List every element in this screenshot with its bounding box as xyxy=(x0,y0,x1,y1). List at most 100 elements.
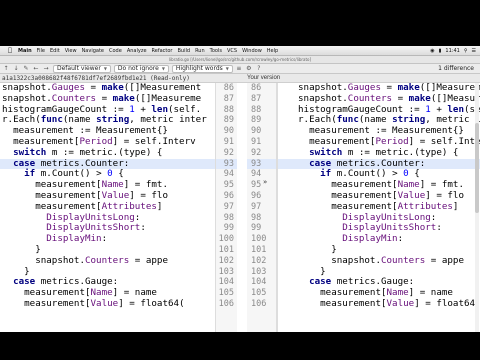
apply-change-icon[interactable]: » xyxy=(263,178,267,186)
line-number: 94 xyxy=(223,169,234,180)
whitespace-select-label: Do not ignore xyxy=(117,65,159,72)
line-number: 101 xyxy=(218,244,234,255)
collapse-icon[interactable]: ≡ xyxy=(235,65,243,73)
back-icon[interactable]: ← xyxy=(32,65,40,73)
menu-code[interactable]: Code xyxy=(109,48,122,54)
menu-view[interactable]: View xyxy=(65,48,77,54)
line-number: 90 xyxy=(223,126,234,137)
code-line[interactable]: snapshot.Counters = appe xyxy=(278,255,480,267)
line-number: 88 xyxy=(223,104,234,115)
menu-navigate[interactable]: Navigate xyxy=(82,48,104,54)
line-number: 90 xyxy=(251,126,262,137)
next-diff-icon[interactable]: ↓ xyxy=(12,65,20,73)
line-number: 93 xyxy=(247,158,276,170)
line-number: 94 xyxy=(251,169,262,180)
code-line[interactable]: snapshot.Counters = appe xyxy=(0,255,215,267)
settings-icon[interactable]: ⚙ xyxy=(245,65,253,73)
code-line[interactable]: measurement[Value] = float64( xyxy=(278,298,480,310)
chevron-down-icon: ▼ xyxy=(225,66,229,71)
line-number: 93 xyxy=(216,158,237,170)
chevron-down-icon: ▼ xyxy=(103,66,107,71)
line-number: 86 xyxy=(251,83,262,93)
menu-file[interactable]: File xyxy=(37,48,45,54)
menu-run[interactable]: Run xyxy=(195,48,205,54)
line-number: 96 xyxy=(251,190,262,201)
search-icon[interactable]: ⚲ xyxy=(464,48,468,54)
line-number: 98 xyxy=(251,212,262,223)
right-line-numbers: 86 87 88 89 90 91 92 93 94 95 96 97 98 99 100 101 102 103… xyxy=(247,83,277,332)
highlight-select-label: Highlight words xyxy=(175,65,223,72)
line-number: 102 xyxy=(251,255,267,266)
line-number: 88 xyxy=(251,104,262,115)
menu-help[interactable]: Help xyxy=(267,48,278,54)
line-number: 97 xyxy=(223,201,234,212)
line-number: 95 xyxy=(223,180,234,191)
clock[interactable]: 11:41 xyxy=(445,48,459,54)
right-code-pane[interactable]: snapshot.Gauges = make([]Measurementsnap… xyxy=(277,83,480,332)
menu-tools[interactable]: Tools xyxy=(210,48,222,54)
status-area: ◉ ▮ 11:41 ⚲ ☰ xyxy=(426,48,476,54)
line-number: 98 xyxy=(223,212,234,223)
line-number: 97 xyxy=(251,201,262,212)
diff-header: a1a1322c3a008682f48f6781df7ef2689fbd1e21… xyxy=(0,74,480,83)
code-line[interactable]: measurement[Value] = float64( xyxy=(0,298,215,310)
line-number: 100 xyxy=(218,234,234,245)
line-number: 104 xyxy=(218,277,234,288)
menu-list-icon[interactable]: ☰ xyxy=(472,48,476,54)
menu-refactor[interactable]: Refactor xyxy=(152,48,173,54)
menu-analyze[interactable]: Analyze xyxy=(127,48,147,54)
diff-editor: snapshot.Gauges = make([]Measurement snap… xyxy=(0,83,480,332)
menu-vcs[interactable]: VCS xyxy=(227,48,237,54)
viewer-select[interactable]: Default viewer ▼ xyxy=(53,64,111,73)
line-number: 91 xyxy=(251,136,262,147)
vertical-scrollbar[interactable] xyxy=(475,83,479,332)
menu-window[interactable]: Window xyxy=(242,48,262,54)
line-number: 91 xyxy=(223,136,234,147)
line-number: 106 xyxy=(218,298,234,309)
forward-icon[interactable]: → xyxy=(42,65,50,73)
previous-diff-icon[interactable]: ↑ xyxy=(2,65,10,73)
line-number: 106 xyxy=(251,298,267,309)
line-number: 99 xyxy=(251,223,262,234)
line-number: 103 xyxy=(218,266,234,277)
line-number: 103 xyxy=(251,266,267,277)
menu-build[interactable]: Build xyxy=(178,48,191,54)
line-number: 100 xyxy=(251,234,267,245)
line-number: 89 xyxy=(251,115,262,126)
apple-icon[interactable]:  xyxy=(6,47,14,54)
scrollbar-thumb[interactable] xyxy=(475,123,479,213)
left-code-pane[interactable]: snapshot.Gauges = make([]Measurement snap… xyxy=(0,83,215,332)
line-number: 96 xyxy=(223,190,234,201)
help-icon[interactable]: ? xyxy=(255,65,263,73)
wifi-icon[interactable]: ◉ xyxy=(430,48,434,54)
line-number: 102 xyxy=(218,255,234,266)
left-line-numbers: 86 87 88 89 90 91 92 93 94 95 96 97 98 99 100 101 102 103… xyxy=(215,83,237,332)
edit-icon[interactable]: ✎ xyxy=(22,65,30,73)
window-title: libratio.go [/Users/lionel/go/src/github… xyxy=(0,56,480,64)
diff-toolbar: ↑ ↓ ✎ ← → Default viewer ▼ Do not ignore… xyxy=(0,64,480,74)
mac-menubar:  Main File Edit View Navigate Code Anal… xyxy=(0,46,480,56)
line-number: 104 xyxy=(251,277,267,288)
line-number: 99 xyxy=(223,223,234,234)
line-number: 105 xyxy=(218,288,234,299)
diff-divider xyxy=(237,83,247,332)
menu-edit[interactable]: Edit xyxy=(50,48,60,54)
left-revision: a1a1322c3a008682f48f6781df7ef2689fbd1e21… xyxy=(2,74,190,82)
whitespace-select[interactable]: Do not ignore ▼ xyxy=(113,64,169,73)
line-number: 87 xyxy=(251,93,262,104)
line-number: 95 xyxy=(251,180,262,191)
right-version-label: Your version xyxy=(247,75,281,81)
viewer-select-label: Default viewer xyxy=(57,65,101,72)
line-number: 89 xyxy=(223,115,234,126)
line-number: 86 xyxy=(223,83,234,93)
difference-count: 1 difference xyxy=(438,65,474,72)
highlight-select[interactable]: Highlight words ▼ xyxy=(171,64,233,73)
line-number: 92 xyxy=(223,147,234,158)
line-number: 105 xyxy=(251,288,267,299)
chevron-down-icon: ▼ xyxy=(161,66,165,71)
code-line[interactable]: snapshot.Counters = make([]Measureme xyxy=(0,93,215,105)
line-number: 101 xyxy=(251,244,267,255)
battery-icon[interactable]: ▮ xyxy=(439,48,442,54)
line-number: 87 xyxy=(223,93,234,104)
menu-app[interactable]: Main xyxy=(18,48,32,54)
